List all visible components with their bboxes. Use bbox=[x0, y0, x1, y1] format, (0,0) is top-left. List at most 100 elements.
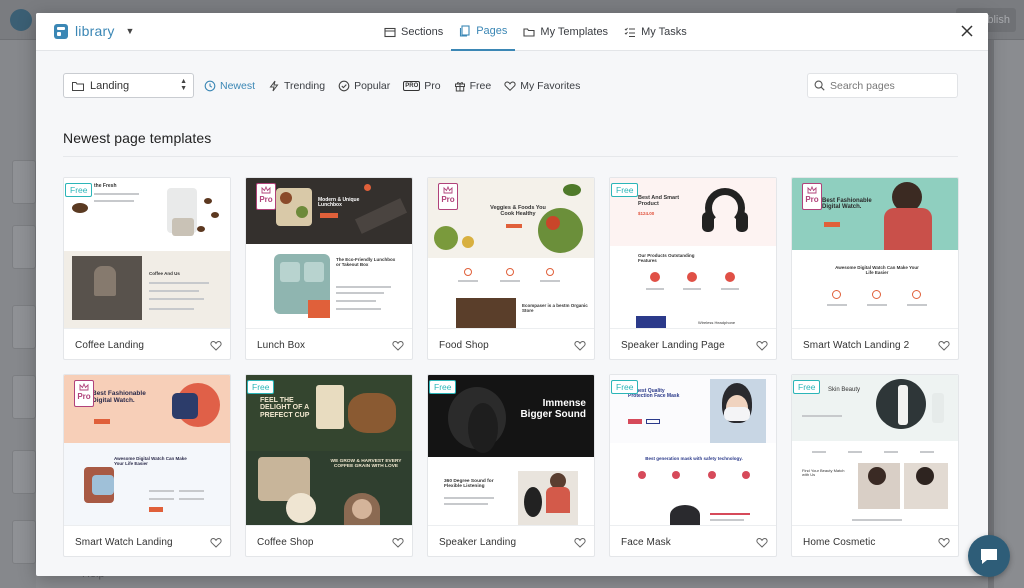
thumb-subheading: Awesome Digital Watch Can Make Your Life… bbox=[835, 265, 919, 275]
thumb-heading: FEEL THE DELIGHT OF A PREFECT CUP bbox=[260, 397, 310, 419]
template-thumbnail: Pro Veggies & Foods You Cook Healthy Eco… bbox=[428, 178, 594, 328]
thumb-subheading: Awesome Digital Watch Can Make Your Life… bbox=[114, 456, 187, 466]
background-widget bbox=[12, 375, 36, 419]
pro-icon: PRO bbox=[403, 80, 421, 91]
filter-bar: Landing ▲ ▼ Newest Trending Popular PRO P… bbox=[36, 52, 988, 122]
template-title: Smart Watch Landing 2 bbox=[803, 339, 910, 351]
tab-pages-label: Pages bbox=[476, 25, 508, 37]
card-footer: Lunch Box bbox=[246, 328, 412, 359]
thumb-heading: the Fresh bbox=[94, 183, 117, 189]
chat-button[interactable] bbox=[968, 535, 1010, 577]
filter-list: Newest Trending Popular PRO Pro Free My … bbox=[204, 73, 580, 98]
favorite-heart-icon[interactable] bbox=[392, 537, 404, 548]
pro-badge-label: Pro bbox=[259, 195, 273, 204]
thumb-subheading: Our Products Outstanding Features bbox=[638, 253, 695, 263]
thumb-heading: Modern & Unique Lunchbox bbox=[318, 197, 360, 209]
caret-down-icon: ▼ bbox=[125, 26, 135, 36]
favorite-heart-icon[interactable] bbox=[210, 537, 222, 548]
favorite-heart-icon[interactable] bbox=[574, 537, 586, 548]
template-title: Coffee Landing bbox=[75, 339, 145, 351]
free-badge: Free bbox=[793, 380, 821, 394]
template-thumbnail: Free Skin Beauty Find Your Beauty Match … bbox=[792, 375, 958, 525]
category-select[interactable]: Landing ▲ ▼ bbox=[63, 73, 194, 98]
template-thumbnail: Free Highest Quality Protection Face Mas… bbox=[610, 375, 776, 525]
library-brand-name: library bbox=[75, 23, 115, 39]
pro-badge-label: Pro bbox=[77, 392, 91, 401]
template-card-food-shop[interactable]: Pro Veggies & Foods You Cook Healthy Eco… bbox=[427, 177, 595, 360]
pro-badge: Pro bbox=[256, 183, 276, 210]
template-card-coffee-shop[interactable]: Free FEEL THE DELIGHT OF A PREFECT CUP W… bbox=[245, 374, 413, 557]
template-card-smart-watch-landing[interactable]: Pro Best Fashionable Digital Watch. Awes… bbox=[63, 374, 231, 557]
favorite-heart-icon[interactable] bbox=[574, 340, 586, 351]
background-widget bbox=[12, 520, 36, 564]
filter-trending[interactable]: Trending bbox=[268, 80, 325, 92]
template-card-coffee-landing[interactable]: Free the Fresh Coffee And Us Coffee Land… bbox=[63, 177, 231, 360]
close-icon[interactable] bbox=[960, 24, 974, 38]
tab-sections-label: Sections bbox=[401, 26, 444, 38]
filter-my-favorites[interactable]: My Favorites bbox=[504, 80, 580, 92]
background-widget bbox=[12, 305, 36, 349]
template-card-speaker-landing-page[interactable]: Free Best And Smart Product $124.00 Our … bbox=[609, 177, 777, 360]
template-thumbnail: Pro Best Fashionable Digital Watch. Awes… bbox=[64, 375, 230, 525]
tab-my-templates[interactable]: My Templates bbox=[515, 13, 616, 51]
crown-icon bbox=[261, 186, 271, 194]
library-brand-dropdown[interactable]: library ▼ bbox=[54, 23, 134, 39]
bolt-icon bbox=[269, 80, 279, 91]
favorite-heart-icon[interactable] bbox=[756, 537, 768, 548]
pro-badge-label: Pro bbox=[441, 195, 455, 204]
free-badge: Free bbox=[247, 380, 275, 394]
filter-pro-label: Pro bbox=[424, 79, 441, 92]
template-thumbnail: Pro Modern & Unique Lunchbox The Eco-Fri… bbox=[246, 178, 412, 328]
select-arrows-icon: ▲ ▼ bbox=[180, 78, 187, 92]
thumb-price: $124.00 bbox=[638, 211, 655, 216]
template-title: Lunch Box bbox=[257, 339, 306, 351]
card-footer: Speaker Landing Page bbox=[610, 328, 776, 359]
search-input[interactable] bbox=[830, 79, 950, 92]
modal-header: library ▼ Sections Pages My Templates My… bbox=[36, 13, 988, 51]
tab-my-templates-label: My Templates bbox=[540, 26, 609, 38]
template-card-face-mask[interactable]: Free Highest Quality Protection Face Mas… bbox=[609, 374, 777, 557]
gift-icon bbox=[454, 81, 465, 91]
filter-popular[interactable]: Popular bbox=[338, 80, 390, 92]
thumb-heading: Best Fashionable Digital Watch. bbox=[822, 198, 872, 211]
filter-my-favorites-label: My Favorites bbox=[520, 79, 581, 92]
pro-badge: Pro bbox=[802, 183, 822, 210]
filter-newest[interactable]: Newest bbox=[204, 80, 255, 92]
crown-icon bbox=[443, 186, 453, 194]
template-card-lunch-box[interactable]: Pro Modern & Unique Lunchbox The Eco-Fri… bbox=[245, 177, 413, 360]
template-thumbnail: Free Immense Bigger Sound 360 Degree Sou… bbox=[428, 375, 594, 525]
background-widget bbox=[12, 225, 36, 269]
thumb-subheading: Coffee And Us bbox=[149, 271, 180, 276]
section-divider bbox=[63, 156, 958, 157]
card-footer: Smart Watch Landing bbox=[64, 525, 230, 556]
template-card-home-cosmetic[interactable]: Free Skin Beauty Find Your Beauty Match … bbox=[791, 374, 959, 557]
template-title: Smart Watch Landing bbox=[75, 536, 173, 548]
favorite-heart-icon[interactable] bbox=[938, 340, 950, 351]
filter-pro[interactable]: PRO Pro bbox=[403, 79, 441, 92]
check-circle-icon bbox=[338, 80, 350, 91]
filter-newest-label: Newest bbox=[220, 79, 256, 92]
template-title: Speaker Landing Page bbox=[621, 339, 725, 351]
tab-my-tasks[interactable]: My Tasks bbox=[616, 13, 695, 51]
template-grid: Free the Fresh Coffee And Us Coffee Land… bbox=[63, 177, 959, 557]
favorite-heart-icon[interactable] bbox=[210, 340, 222, 351]
template-card-smart-watch-landing-2[interactable]: Pro Best Fashionable Digital Watch. Awes… bbox=[791, 177, 959, 360]
free-badge: Free bbox=[611, 380, 639, 394]
template-title: Food Shop bbox=[439, 339, 489, 351]
favorite-heart-icon[interactable] bbox=[756, 340, 768, 351]
template-card-speaker-landing[interactable]: Free Immense Bigger Sound 360 Degree Sou… bbox=[427, 374, 595, 557]
background-sidebar bbox=[0, 40, 36, 588]
thumb-subheading: Find Your Beauty Match with Us bbox=[802, 468, 845, 478]
free-badge: Free bbox=[65, 183, 93, 197]
filter-free[interactable]: Free bbox=[454, 80, 491, 92]
chat-bubble-icon bbox=[981, 549, 997, 564]
pro-badge: Pro bbox=[74, 380, 94, 407]
category-select-value: Landing bbox=[90, 79, 130, 92]
search-box[interactable] bbox=[807, 73, 958, 98]
favorite-heart-icon[interactable] bbox=[938, 537, 950, 548]
template-title: Face Mask bbox=[621, 536, 671, 548]
favorite-heart-icon[interactable] bbox=[392, 340, 404, 351]
background-widget bbox=[12, 160, 36, 204]
tab-sections[interactable]: Sections bbox=[376, 13, 451, 51]
tab-pages[interactable]: Pages bbox=[451, 13, 516, 51]
